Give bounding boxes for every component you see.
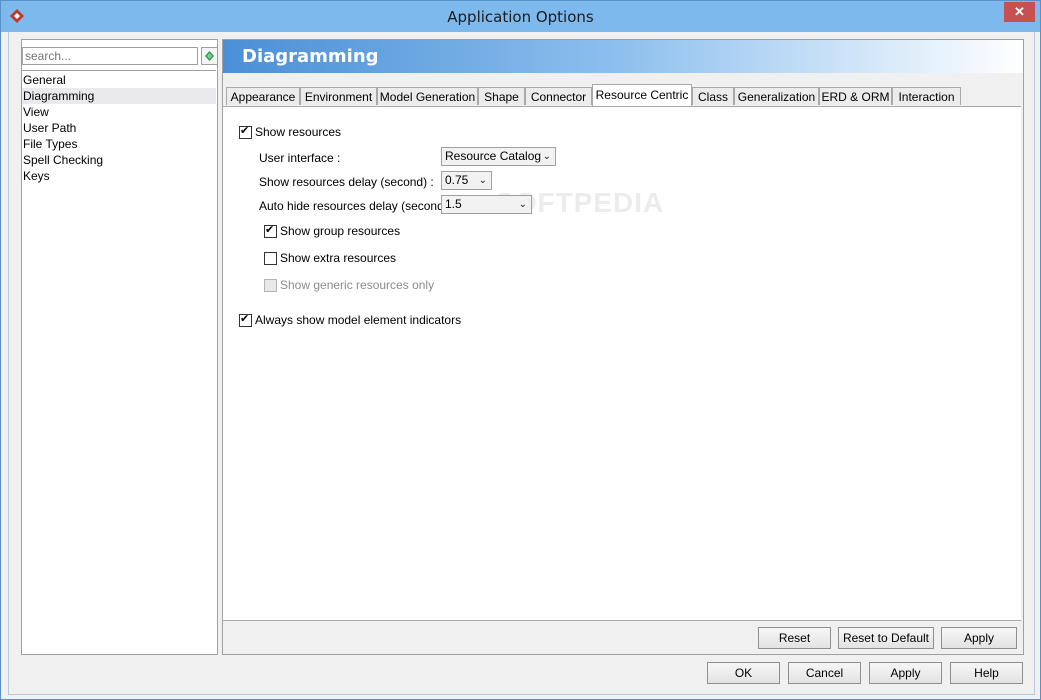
tree-item-keys[interactable]: Keys	[22, 168, 216, 184]
options-navigation-panel: General Diagramming View User Path File …	[21, 39, 218, 655]
user-interface-select[interactable]: Resource Catalog ⌄	[441, 147, 556, 166]
show-delay-select[interactable]: 0.75 ⌄	[441, 171, 492, 190]
ok-button[interactable]: OK	[707, 662, 780, 684]
user-interface-label: User interface :	[259, 151, 341, 165]
cancel-button[interactable]: Cancel	[788, 662, 861, 684]
tree-item-user-path[interactable]: User Path	[22, 120, 216, 136]
tab-appearance[interactable]: Appearance	[226, 87, 300, 105]
options-detail-panel: Diagramming Appearance Environment Model…	[222, 39, 1024, 655]
group-resources-checkbox[interactable]	[264, 223, 277, 238]
extra-resources-checkbox[interactable]	[264, 252, 277, 265]
tree-item-spell-checking[interactable]: Spell Checking	[22, 152, 216, 168]
dialog-client: General Diagramming View User Path File …	[8, 32, 1035, 695]
resource-centric-content: SOFTPEDIA Show resources User interface …	[223, 106, 1021, 621]
tab-connector[interactable]: Connector	[525, 87, 592, 105]
show-delay-value: 0.75	[445, 173, 469, 187]
model-indicators-checkbox[interactable]	[239, 312, 252, 327]
panel-apply-button[interactable]: Apply	[941, 627, 1017, 649]
hide-delay-value: 1.5	[445, 197, 462, 211]
show-resources-checkbox[interactable]	[239, 124, 252, 139]
tab-generalization[interactable]: Generalization	[734, 87, 819, 105]
tree-item-file-types[interactable]: File Types	[22, 136, 216, 152]
tab-shape[interactable]: Shape	[478, 87, 525, 105]
title-bar[interactable]: Application Options ✕	[1, 1, 1040, 32]
search-button[interactable]	[201, 47, 218, 65]
reset-to-default-button[interactable]: Reset to Default	[838, 627, 934, 649]
tab-model-generation[interactable]: Model Generation	[377, 87, 478, 105]
model-indicators-label[interactable]: Always show model element indicators	[255, 313, 461, 327]
tab-environment[interactable]: Environment	[300, 87, 377, 105]
search-input[interactable]	[22, 47, 198, 65]
tree-item-general[interactable]: General	[22, 72, 216, 88]
options-tree: General Diagramming View User Path File …	[22, 70, 216, 184]
chevron-down-icon: ⌄	[542, 151, 551, 162]
tree-item-diagramming[interactable]: Diagramming	[22, 88, 216, 104]
tab-class[interactable]: Class	[692, 87, 734, 105]
user-interface-value: Resource Catalog	[445, 149, 542, 163]
show-resources-label[interactable]: Show resources	[255, 125, 341, 139]
chevron-down-icon: ⌄	[478, 175, 487, 186]
generic-resources-label: Show generic resources only	[280, 278, 435, 292]
group-resources-label[interactable]: Show group resources	[280, 224, 400, 238]
reset-button[interactable]: Reset	[758, 627, 831, 649]
search-filter-icon	[205, 51, 214, 61]
generic-resources-checkbox	[264, 279, 277, 292]
extra-resources-label[interactable]: Show extra resources	[280, 251, 396, 265]
show-delay-label: Show resources delay (second) :	[259, 175, 434, 189]
application-options-window: Application Options ✕ General Diagrammin…	[0, 0, 1041, 700]
tree-item-view[interactable]: View	[22, 104, 216, 120]
dialog-apply-button[interactable]: Apply	[869, 662, 942, 684]
window-title: Application Options	[447, 8, 594, 26]
tab-erd-orm[interactable]: ERD & ORM	[819, 87, 892, 105]
tab-interaction[interactable]: Interaction	[892, 87, 961, 105]
help-button[interactable]: Help	[950, 662, 1023, 684]
hide-delay-label: Auto hide resources delay (second) :	[259, 199, 455, 213]
panel-title: Diagramming	[242, 46, 379, 67]
panel-header: Diagramming	[223, 40, 1023, 73]
tab-resource-centric[interactable]: Resource Centric	[592, 84, 692, 106]
close-icon[interactable]: ✕	[1004, 2, 1035, 22]
chevron-down-icon: ⌄	[518, 199, 527, 210]
hide-delay-select[interactable]: 1.5 ⌄	[441, 195, 532, 214]
